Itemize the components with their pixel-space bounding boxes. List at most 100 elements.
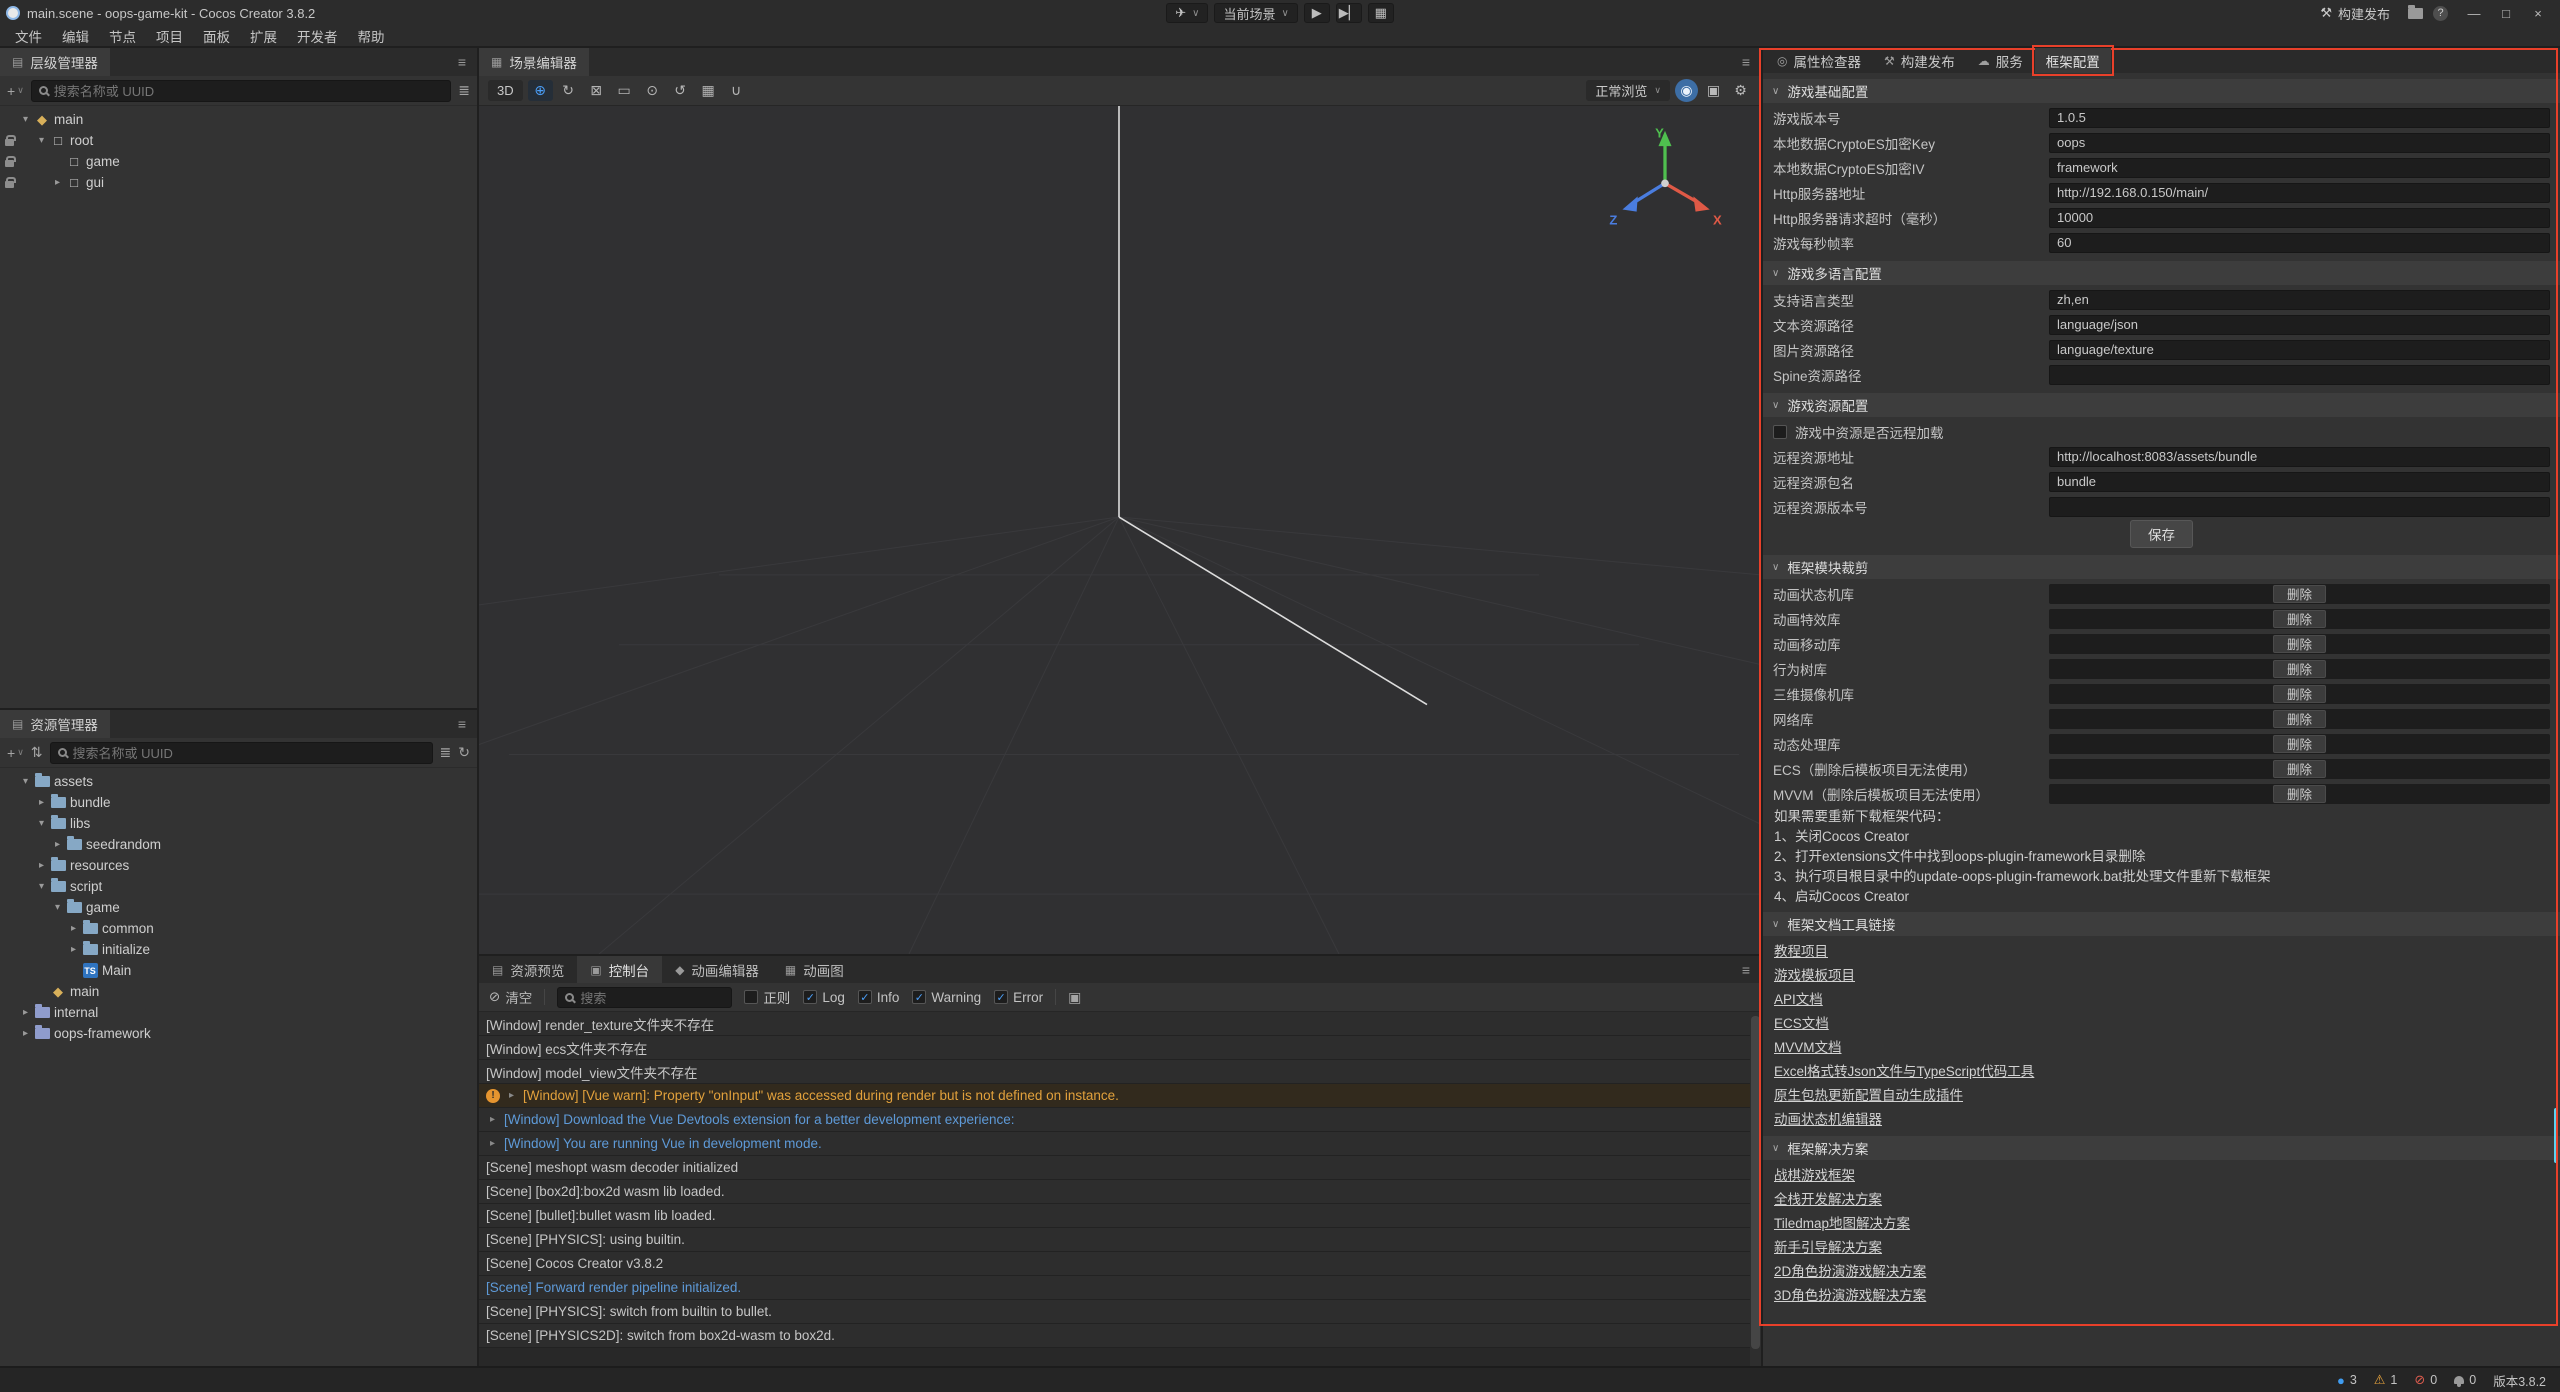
log-row[interactable]: [Scene] [PHYSICS]: using builtin. bbox=[479, 1228, 1761, 1252]
menu-item[interactable]: 帮助 bbox=[349, 25, 394, 47]
create-asset-button[interactable]: + ∨ bbox=[7, 745, 24, 761]
scene-menu-icon[interactable]: ≡ bbox=[1731, 54, 1761, 70]
mode-3d-toggle[interactable]: 3D bbox=[488, 80, 523, 101]
tree-arrow-icon[interactable]: ▸ bbox=[66, 944, 81, 955]
field-input[interactable]: language/texture bbox=[2049, 340, 2550, 360]
checkbox[interactable] bbox=[1773, 425, 1787, 439]
doc-link[interactable]: 全栈开发解决方案 bbox=[1774, 1188, 1882, 1208]
section-header[interactable]: ∨框架解决方案 bbox=[1763, 1136, 2560, 1160]
view-mode-select[interactable]: 正常浏览 ∨ bbox=[1586, 80, 1670, 101]
tab-service[interactable]: ☁服务 bbox=[1967, 48, 2034, 73]
maximize-button[interactable]: □ bbox=[2490, 1, 2522, 25]
hierarchy-filter-icon[interactable]: ≣ bbox=[458, 82, 470, 99]
field-input[interactable]: framework bbox=[2049, 158, 2550, 178]
error-count[interactable]: ⊘ 0 bbox=[2414, 1372, 2437, 1388]
tree-arrow-icon[interactable]: ▾ bbox=[18, 114, 33, 125]
log-row[interactable]: [Scene] [bullet]:bullet wasm lib loaded. bbox=[479, 1204, 1761, 1228]
field-input[interactable]: 1.0.5 bbox=[2049, 108, 2550, 128]
tree-arrow-icon[interactable]: ▸ bbox=[50, 177, 65, 188]
tab-anim-graph[interactable]: ▦动画图 bbox=[772, 956, 857, 983]
delete-button[interactable]: 删除 bbox=[2273, 710, 2326, 728]
field-input[interactable]: 60 bbox=[2049, 233, 2550, 253]
doc-link[interactable]: 动画状态机编辑器 bbox=[1774, 1108, 1882, 1128]
tree-row[interactable]: ▾□root bbox=[0, 130, 477, 151]
log-row[interactable]: [Scene] meshopt wasm decoder initialized bbox=[479, 1156, 1761, 1180]
delete-button[interactable]: 删除 bbox=[2273, 660, 2326, 678]
notification-count[interactable]: 0 bbox=[2454, 1373, 2476, 1387]
doc-link[interactable]: API文档 bbox=[1774, 988, 1823, 1008]
doc-link[interactable]: 教程项目 bbox=[1774, 940, 1828, 960]
log-row[interactable]: ▸[Window] Download the Vue Devtools exte… bbox=[479, 1108, 1761, 1132]
open-project-folder-icon[interactable] bbox=[2408, 8, 2423, 19]
tree-row[interactable]: ▸bundle bbox=[0, 792, 477, 813]
menu-item[interactable]: 扩展 bbox=[241, 25, 286, 47]
section-header[interactable]: ∨框架模块裁剪 bbox=[1763, 555, 2560, 579]
field-input[interactable]: 10000 bbox=[2049, 208, 2550, 228]
scene-panel-tab[interactable]: ▦ 场景编辑器 bbox=[479, 48, 589, 76]
assets-filter-icon[interactable]: ≣ bbox=[440, 744, 452, 761]
field-input[interactable] bbox=[2049, 365, 2550, 385]
scene-viewport[interactable]: Y X Z bbox=[479, 106, 1761, 954]
log-row[interactable]: [Scene] [PHYSICS]: switch from builtin t… bbox=[479, 1300, 1761, 1324]
doc-link[interactable]: Tiledmap地图解决方案 bbox=[1774, 1212, 1910, 1232]
preview-target-select[interactable]: ✈ ∨ bbox=[1166, 3, 1208, 23]
close-button[interactable]: × bbox=[2522, 1, 2554, 25]
checkbox[interactable]: ✓ bbox=[858, 990, 872, 1004]
doc-link[interactable]: 游戏模板项目 bbox=[1774, 964, 1855, 984]
menu-item[interactable]: 文件 bbox=[6, 25, 51, 47]
delete-button[interactable]: 删除 bbox=[2273, 635, 2326, 653]
tree-row[interactable]: ▾libs bbox=[0, 813, 477, 834]
tab-property-inspector[interactable]: ◎属性检查器 bbox=[1766, 48, 1872, 73]
delete-button[interactable]: 删除 bbox=[2273, 735, 2326, 753]
tree-arrow-icon[interactable]: ▸ bbox=[18, 1028, 33, 1039]
play-button[interactable]: ▶ bbox=[1304, 3, 1330, 23]
assets-panel-tab[interactable]: ▤ 资源管理器 bbox=[0, 710, 110, 738]
tree-arrow-icon[interactable]: ▸ bbox=[34, 860, 49, 871]
rotate-tool-icon[interactable]: ↻ bbox=[556, 80, 581, 101]
tree-row[interactable]: ▸internal bbox=[0, 1002, 477, 1023]
tree-row[interactable]: ▸common bbox=[0, 918, 477, 939]
log-row[interactable]: [Window] model_view文件夹不存在 bbox=[479, 1060, 1761, 1084]
tab-assets-preview[interactable]: ▤资源预览 bbox=[479, 956, 577, 983]
menu-item[interactable]: 开发者 bbox=[288, 25, 347, 47]
expand-arrow-icon[interactable]: ▸ bbox=[486, 1114, 499, 1125]
field-input[interactable]: language/json bbox=[2049, 315, 2550, 335]
tree-arrow-icon[interactable]: ▾ bbox=[18, 776, 33, 787]
log-row[interactable]: [Window] render_texture文件夹不存在 bbox=[479, 1012, 1761, 1036]
tree-row[interactable]: ◆main bbox=[0, 981, 477, 1002]
tree-row[interactable]: TSMain bbox=[0, 960, 477, 981]
rect-tool-icon[interactable]: ▭ bbox=[612, 80, 637, 101]
tree-row[interactable]: ▸resources bbox=[0, 855, 477, 876]
tree-row[interactable]: ▾script bbox=[0, 876, 477, 897]
tree-arrow-icon[interactable]: ▸ bbox=[66, 923, 81, 934]
field-input[interactable]: http://192.168.0.150/main/ bbox=[2049, 183, 2550, 203]
warning-count[interactable]: ⚠ 1 bbox=[2374, 1372, 2398, 1388]
help-icon[interactable]: ? bbox=[2433, 6, 2448, 21]
doc-link[interactable]: 战棋游戏框架 bbox=[1774, 1164, 1855, 1184]
assets-search-input[interactable]: 搜索名称或 UUID bbox=[50, 742, 433, 764]
log-row[interactable]: [Scene] Cocos Creator v3.8.2 bbox=[479, 1252, 1761, 1276]
doc-link[interactable]: 新手引导解决方案 bbox=[1774, 1236, 1882, 1256]
camera-preview-icon[interactable]: ▣ bbox=[1702, 79, 1725, 102]
tree-arrow-icon[interactable]: ▸ bbox=[34, 797, 49, 808]
doc-link[interactable]: 2D角色扮演游戏解决方案 bbox=[1774, 1260, 1926, 1280]
console-scrollbar[interactable] bbox=[1750, 1012, 1761, 1366]
create-node-button[interactable]: + ∨ bbox=[7, 83, 24, 99]
tab-console[interactable]: ▣控制台 bbox=[577, 956, 662, 983]
doc-link[interactable]: 原生包热更新配置自动生成插件 bbox=[1774, 1084, 1963, 1104]
console-search-input[interactable]: 搜索 bbox=[557, 987, 732, 1008]
tree-arrow-icon[interactable]: ▾ bbox=[34, 818, 49, 829]
save-button[interactable]: 保存 bbox=[2130, 520, 2193, 548]
tree-row[interactable]: ▾◆main bbox=[0, 109, 477, 130]
message-count[interactable]: ● 3 bbox=[2337, 1373, 2357, 1388]
field-input[interactable]: bundle bbox=[2049, 472, 2550, 492]
tab-build-publish[interactable]: ⚒构建发布 bbox=[1873, 48, 1966, 73]
field-input[interactable]: http://localhost:8083/assets/bundle bbox=[2049, 447, 2550, 467]
menu-item[interactable]: 节点 bbox=[100, 25, 145, 47]
minimize-button[interactable]: — bbox=[2458, 1, 2490, 25]
delete-button[interactable]: 删除 bbox=[2273, 585, 2326, 603]
refresh-assets-icon[interactable]: ↻ bbox=[458, 744, 470, 761]
pivot-tool-icon[interactable]: ⊙ bbox=[640, 80, 665, 101]
layout-button[interactable]: ▦ bbox=[1368, 3, 1394, 23]
field-input[interactable]: oops bbox=[2049, 133, 2550, 153]
